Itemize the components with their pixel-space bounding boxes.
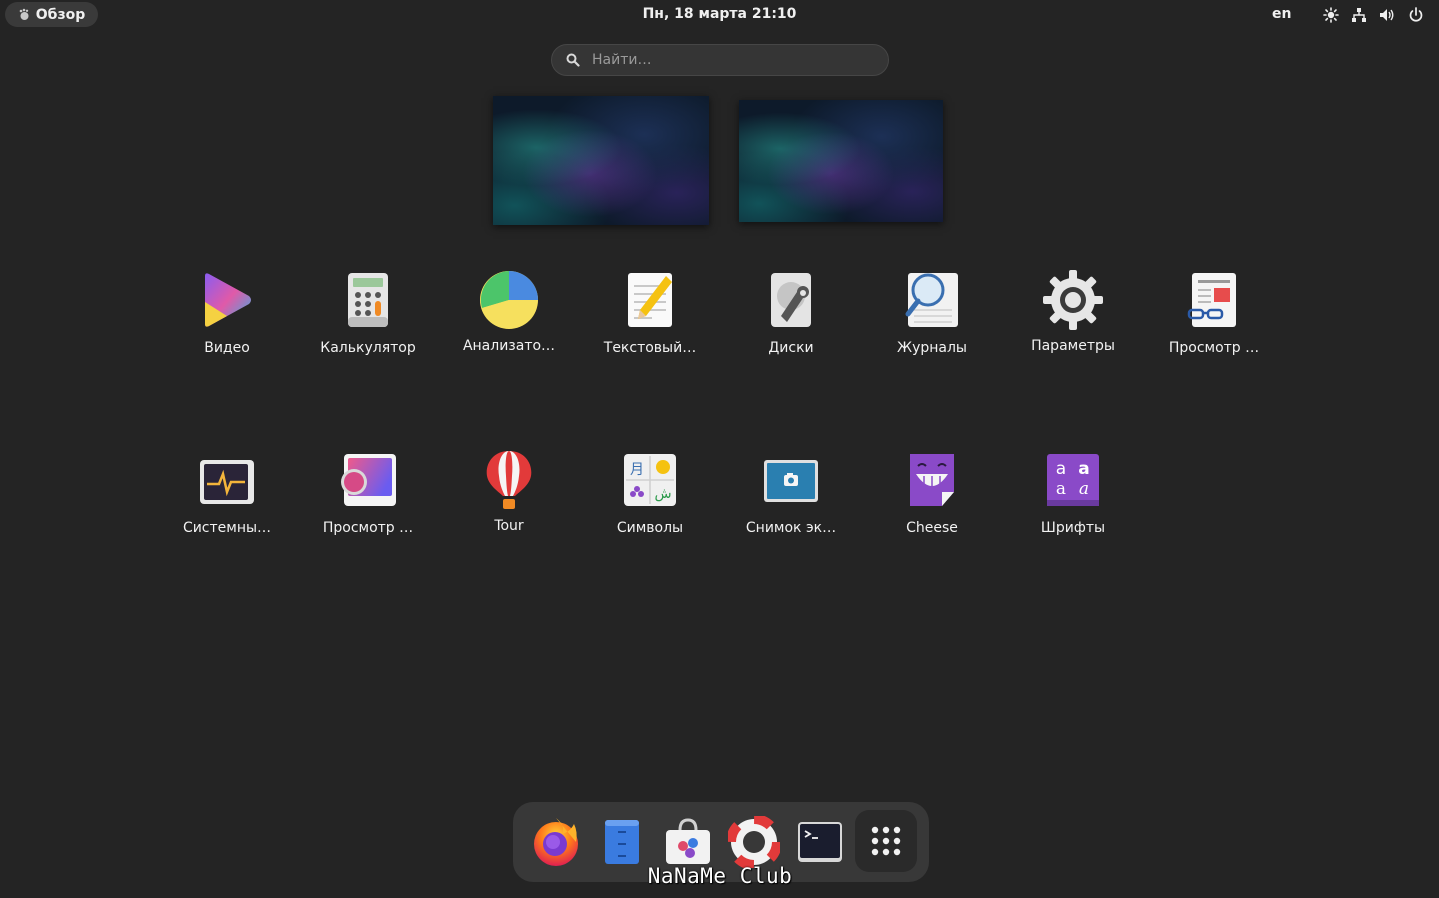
clock[interactable]: Пн, 18 марта 21:10	[643, 6, 797, 22]
cheese-icon	[910, 454, 954, 506]
brightness-icon[interactable]	[1323, 7, 1339, 23]
app-label: Анализато…	[462, 338, 556, 354]
help-icon[interactable]	[728, 816, 780, 868]
app-cheese[interactable]: Cheese	[862, 452, 1002, 552]
app-label: Шрифты	[1040, 520, 1106, 536]
app-label: Калькулятор	[320, 340, 416, 356]
app-tour[interactable]: Tour	[439, 450, 579, 550]
app-label: Текстовый…	[603, 340, 697, 356]
app-fonts[interactable]: a a a a Шрифты	[1003, 452, 1143, 552]
app-disk-usage-analyzer[interactable]: Анализато…	[439, 270, 579, 370]
app-document-viewer[interactable]: Просмотр …	[1144, 272, 1284, 372]
svg-text:a: a	[1079, 479, 1089, 499]
workspace-thumbnail-2[interactable]	[739, 100, 943, 222]
gnome-foot-icon	[19, 8, 29, 20]
firefox-icon[interactable]	[530, 816, 582, 868]
system-monitor-icon	[200, 460, 254, 504]
app-logs[interactable]: Журналы	[862, 272, 1002, 372]
svg-text:a: a	[1056, 479, 1066, 499]
calculator-icon	[348, 273, 388, 327]
app-label: Журналы	[897, 340, 967, 356]
activities-button[interactable]: Обзор	[5, 2, 98, 27]
app-calculator[interactable]: Калькулятор	[298, 272, 438, 372]
app-characters[interactable]: 月 ش Символы	[580, 452, 720, 552]
app-label: Cheese	[906, 520, 958, 536]
app-label: Символы	[616, 520, 684, 536]
workspace-thumbnail-1[interactable]	[493, 96, 709, 225]
software-icon[interactable]	[662, 816, 714, 868]
svg-text:ش: ش	[654, 486, 671, 502]
svg-text:a: a	[1056, 459, 1066, 479]
tour-balloon-icon	[486, 451, 532, 509]
network-icon[interactable]	[1351, 7, 1367, 23]
app-video[interactable]: Видео	[157, 272, 297, 372]
settings-icon	[1043, 270, 1103, 330]
keyboard-layout-indicator[interactable]: en	[1272, 6, 1291, 22]
app-label: Системны…	[182, 520, 272, 536]
app-disks[interactable]: Диски	[721, 272, 861, 372]
svg-text:a: a	[1078, 459, 1089, 479]
watermark: NaNaMe Club	[647, 864, 793, 888]
volume-icon[interactable]	[1379, 7, 1395, 23]
app-text-editor[interactable]: Текстовый…	[580, 272, 720, 372]
app-label: Параметры	[1031, 338, 1115, 354]
logs-icon	[905, 273, 958, 327]
svg-text:月: 月	[630, 462, 644, 478]
screenshot-icon	[764, 460, 818, 502]
image-viewer-icon	[341, 454, 396, 506]
disk-usage-analyzer-icon	[480, 271, 538, 329]
app-label: Tour	[494, 518, 524, 534]
search-field[interactable]: Найти…	[551, 44, 889, 76]
video-player-icon	[205, 273, 251, 327]
app-system-monitor[interactable]: Системны…	[157, 452, 297, 552]
app-grid-icon	[871, 826, 901, 856]
characters-icon: 月 ش	[624, 454, 676, 506]
top-bar: Обзор Пн, 18 марта 21:10 en	[0, 0, 1439, 30]
activities-label: Обзор	[35, 6, 86, 23]
power-icon[interactable]	[1408, 7, 1424, 23]
app-image-viewer[interactable]: Просмотр …	[298, 452, 438, 552]
terminal-icon[interactable]	[794, 816, 846, 868]
app-label: Просмотр …	[1168, 340, 1260, 356]
search-placeholder: Найти…	[592, 52, 652, 68]
search-icon	[566, 53, 580, 67]
app-label: Снимок эк…	[745, 520, 837, 536]
app-settings[interactable]: Параметры	[1003, 270, 1143, 370]
disks-icon	[771, 273, 811, 327]
text-editor-icon	[628, 273, 672, 327]
app-label: Диски	[768, 340, 814, 356]
app-label: Просмотр …	[322, 520, 414, 536]
document-viewer-icon	[1187, 273, 1236, 327]
app-screenshot[interactable]: Снимок эк…	[721, 452, 861, 552]
files-icon[interactable]	[596, 816, 648, 868]
fonts-icon: a a a a	[1047, 454, 1099, 506]
app-label: Видео	[204, 340, 250, 356]
show-apps-button[interactable]	[855, 810, 917, 872]
